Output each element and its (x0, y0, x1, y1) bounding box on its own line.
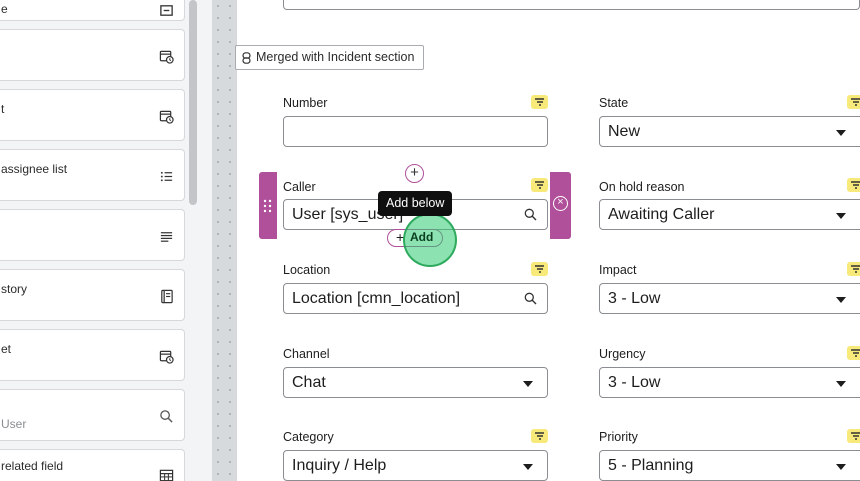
palette-item[interactable]: related field (0, 449, 185, 481)
date-time-icon (158, 108, 174, 124)
field-flag-icon[interactable] (847, 346, 860, 360)
palette-item-label: et (1, 342, 12, 356)
text-lines-icon (158, 228, 174, 244)
link-icon (242, 52, 251, 64)
impact-value: 3 - Low (608, 290, 661, 307)
field-palette: e t assignee list story et User related … (0, 0, 200, 481)
palette-item-label: User (1, 417, 27, 431)
caller-label: Caller (283, 180, 316, 194)
palette-item[interactable]: assignee list (0, 149, 185, 201)
plus-icon: + (410, 164, 419, 181)
journal-icon (158, 288, 174, 304)
search-icon (524, 208, 537, 221)
palette-item[interactable]: e (0, 0, 185, 21)
chevron-down-icon (836, 213, 846, 219)
chevron-down-icon (836, 130, 846, 136)
add-below-button-label[interactable]: Add (410, 230, 433, 244)
text-field-icon (158, 2, 174, 18)
palette-item-label: related field (1, 459, 64, 473)
palette-item[interactable]: story (0, 269, 185, 321)
channel-label: Channel (283, 347, 330, 361)
location-label: Location (283, 263, 331, 277)
date-time-icon (158, 348, 174, 364)
urgency-value: 3 - Low (608, 374, 661, 391)
field-flag-icon[interactable] (531, 429, 548, 443)
palette-item[interactable]: t (0, 89, 185, 141)
state-label: State (599, 96, 629, 110)
add-below-tooltip: Add below (378, 191, 453, 216)
chevron-down-icon (836, 297, 846, 303)
channel-select[interactable]: Chat (283, 367, 548, 398)
category-value: Inquiry / Help (292, 457, 387, 474)
palette-item-label: story (1, 282, 28, 296)
field-flag-icon[interactable] (531, 262, 548, 276)
field-flag-icon[interactable] (847, 429, 860, 443)
table-icon (158, 467, 174, 481)
category-select[interactable]: Inquiry / Help (283, 450, 548, 481)
on-hold-reason-label: On hold reason (599, 180, 685, 194)
palette-item[interactable] (0, 29, 185, 81)
number-label: Number (283, 96, 328, 110)
merged-section-badge: Merged with Incident section (235, 45, 425, 70)
form-section (236, 0, 860, 481)
add-above-button[interactable]: + (405, 164, 424, 183)
palette-item-label: t (1, 102, 5, 116)
field-flag-icon[interactable] (531, 178, 548, 192)
channel-value: Chat (292, 374, 326, 391)
remove-field-button[interactable]: × (553, 196, 568, 211)
search-icon (158, 408, 174, 424)
palette-item-label: e (1, 2, 8, 16)
impact-label: Impact (599, 263, 637, 277)
palette-item-label: assignee list (1, 162, 68, 176)
previous-field-box[interactable] (283, 0, 860, 10)
chevron-down-icon (836, 464, 846, 470)
field-flag-icon[interactable] (531, 95, 548, 109)
chevron-down-icon (523, 381, 533, 387)
priority-select[interactable]: 5 - Planning (599, 450, 860, 481)
category-label: Category (283, 430, 334, 444)
search-icon (524, 292, 537, 305)
number-input[interactable] (283, 116, 548, 147)
chevron-down-icon (523, 464, 533, 470)
field-flag-icon[interactable] (847, 178, 860, 192)
panel-gutter (200, 0, 212, 481)
palette-item[interactable]: et (0, 329, 185, 381)
urgency-label: Urgency (599, 347, 646, 361)
palette-scrollbar-thumb[interactable] (189, 0, 197, 205)
state-value: New (608, 123, 641, 140)
location-input[interactable]: Location [cmn_location] (283, 283, 548, 314)
chevron-down-icon (836, 381, 846, 387)
merged-section-text: Merged with Incident section (256, 50, 415, 64)
on-hold-reason-value: Awaiting Caller (608, 206, 715, 223)
impact-select[interactable]: 3 - Low (599, 283, 860, 314)
list-icon (158, 168, 174, 184)
field-flag-icon[interactable] (847, 95, 860, 109)
location-value: Location [cmn_location] (292, 290, 461, 307)
priority-value: 5 - Planning (608, 457, 694, 474)
drag-handle-icon[interactable] (263, 199, 272, 213)
field-flag-icon[interactable] (847, 262, 860, 276)
close-icon: × (557, 196, 564, 208)
date-time-icon (158, 48, 174, 64)
palette-item[interactable] (0, 209, 185, 261)
urgency-select[interactable]: 3 - Low (599, 367, 860, 398)
palette-item[interactable]: User (0, 389, 185, 441)
on-hold-reason-select[interactable]: Awaiting Caller (599, 199, 860, 230)
priority-label: Priority (599, 430, 638, 444)
state-select[interactable]: New (599, 116, 860, 147)
